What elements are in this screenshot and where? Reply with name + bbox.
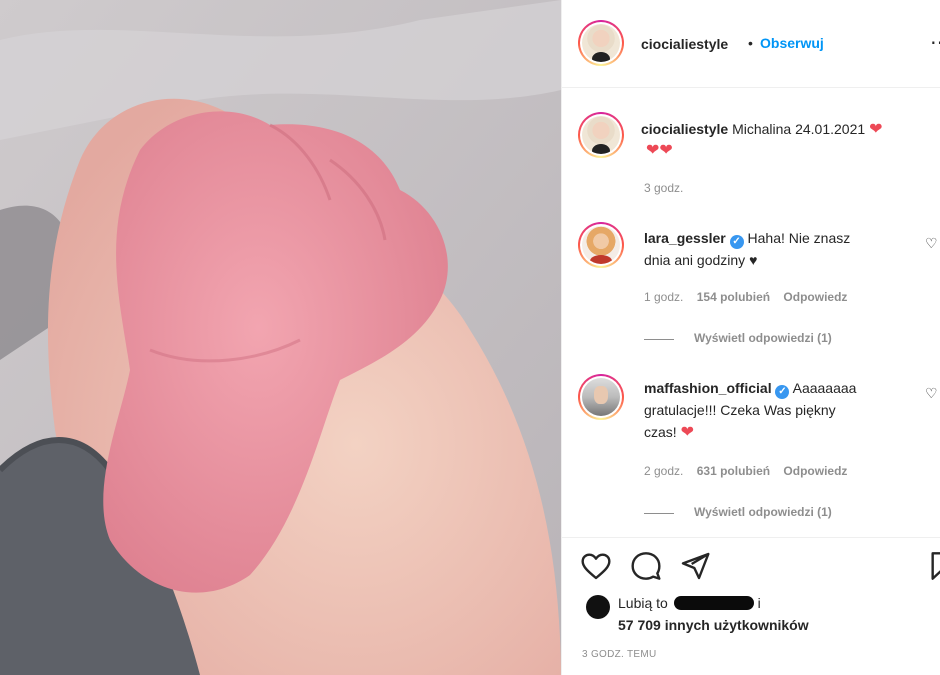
post-sidebar: ciocialiestyle • Obserwuj ⋯ ciocialiesty… [561, 0, 940, 675]
caption-time[interactable]: 3 godz. [644, 181, 683, 195]
verified-icon: ✓ [775, 385, 790, 399]
comments-list[interactable]: ciocialiestyle Michalina 24.01.2021 ❤ ❤❤… [562, 88, 940, 538]
comment-like-heart-icon[interactable]: ♡ [925, 235, 938, 252]
likes-count-button[interactable]: 57 709 innych użytkowników [618, 617, 809, 633]
replies-divider [644, 339, 674, 340]
post-header: ciocialiestyle • Obserwuj ⋯ [562, 0, 940, 88]
caption-avatar[interactable] [578, 112, 624, 158]
comment-text: maffashion_official ✓ Aaaaaaaa [644, 380, 857, 399]
view-replies-button[interactable]: Wyświetl odpowiedzi (1) [694, 505, 832, 519]
follow-button[interactable]: Obserwuj [760, 35, 824, 51]
likes-summary: Lubią to i [618, 595, 761, 611]
author-avatar[interactable] [578, 20, 624, 66]
caption-username[interactable]: ciocialiestyle [641, 121, 728, 137]
heart-emoji: ❤ [869, 121, 883, 138]
verified-icon: ✓ [729, 235, 744, 249]
comment-icon[interactable] [630, 550, 662, 582]
bookmark-icon[interactable] [926, 550, 940, 582]
comment-username[interactable]: lara_gessler [644, 230, 726, 246]
replies-divider [644, 513, 674, 514]
reply-button[interactable]: Odpowiedz [783, 290, 847, 304]
liker-avatar[interactable] [586, 595, 610, 619]
redacted-username [673, 596, 754, 610]
comment-avatar[interactable] [578, 222, 624, 268]
heart-emoji: ❤ [680, 424, 694, 441]
comment-like-heart-icon[interactable]: ♡ [925, 385, 938, 402]
share-icon[interactable] [679, 550, 711, 582]
caption-hearts: ❤❤ [646, 142, 673, 159]
author-username[interactable]: ciocialiestyle [641, 36, 728, 52]
comment-time[interactable]: 1 godz. [644, 290, 683, 304]
comment-avatar[interactable] [578, 374, 624, 420]
post-actions: Lubią to i 57 709 innych użytkowników 3 … [562, 537, 940, 675]
comment-text-cont: gratulacje!!! Czeka Was piękny [644, 402, 836, 418]
comment-time[interactable]: 2 godz. [644, 464, 683, 478]
caption-text: ciocialiestyle Michalina 24.01.2021 ❤ [641, 118, 882, 141]
comment-text-cont: dnia ani godziny ♥ [644, 252, 758, 268]
comment-meta: 2 godz. 631 polubień Odpowiedz [644, 464, 847, 478]
comment-meta: 1 godz. 154 polubień Odpowiedz [644, 290, 847, 304]
caption-body: Michalina 24.01.2021 [732, 121, 866, 137]
reply-button[interactable]: Odpowiedz [783, 464, 847, 478]
comment-likes[interactable]: 631 polubień [697, 464, 770, 478]
follow-separator: • [748, 35, 753, 51]
post-photo[interactable] [0, 0, 561, 675]
comment-text: lara_gessler ✓ Haha! Nie znasz [644, 230, 851, 249]
comment-username[interactable]: maffashion_official [644, 380, 772, 396]
heart-icon[interactable] [580, 550, 612, 582]
comment-text-cont: czas! ❤ [644, 424, 694, 441]
photo-illustration [0, 0, 561, 675]
view-replies-button[interactable]: Wyświetl odpowiedzi (1) [694, 331, 832, 345]
comment-likes[interactable]: 154 polubień [697, 290, 770, 304]
post-timestamp[interactable]: 3 godz. temu [582, 649, 657, 660]
more-icon[interactable]: ⋯ [930, 30, 940, 55]
